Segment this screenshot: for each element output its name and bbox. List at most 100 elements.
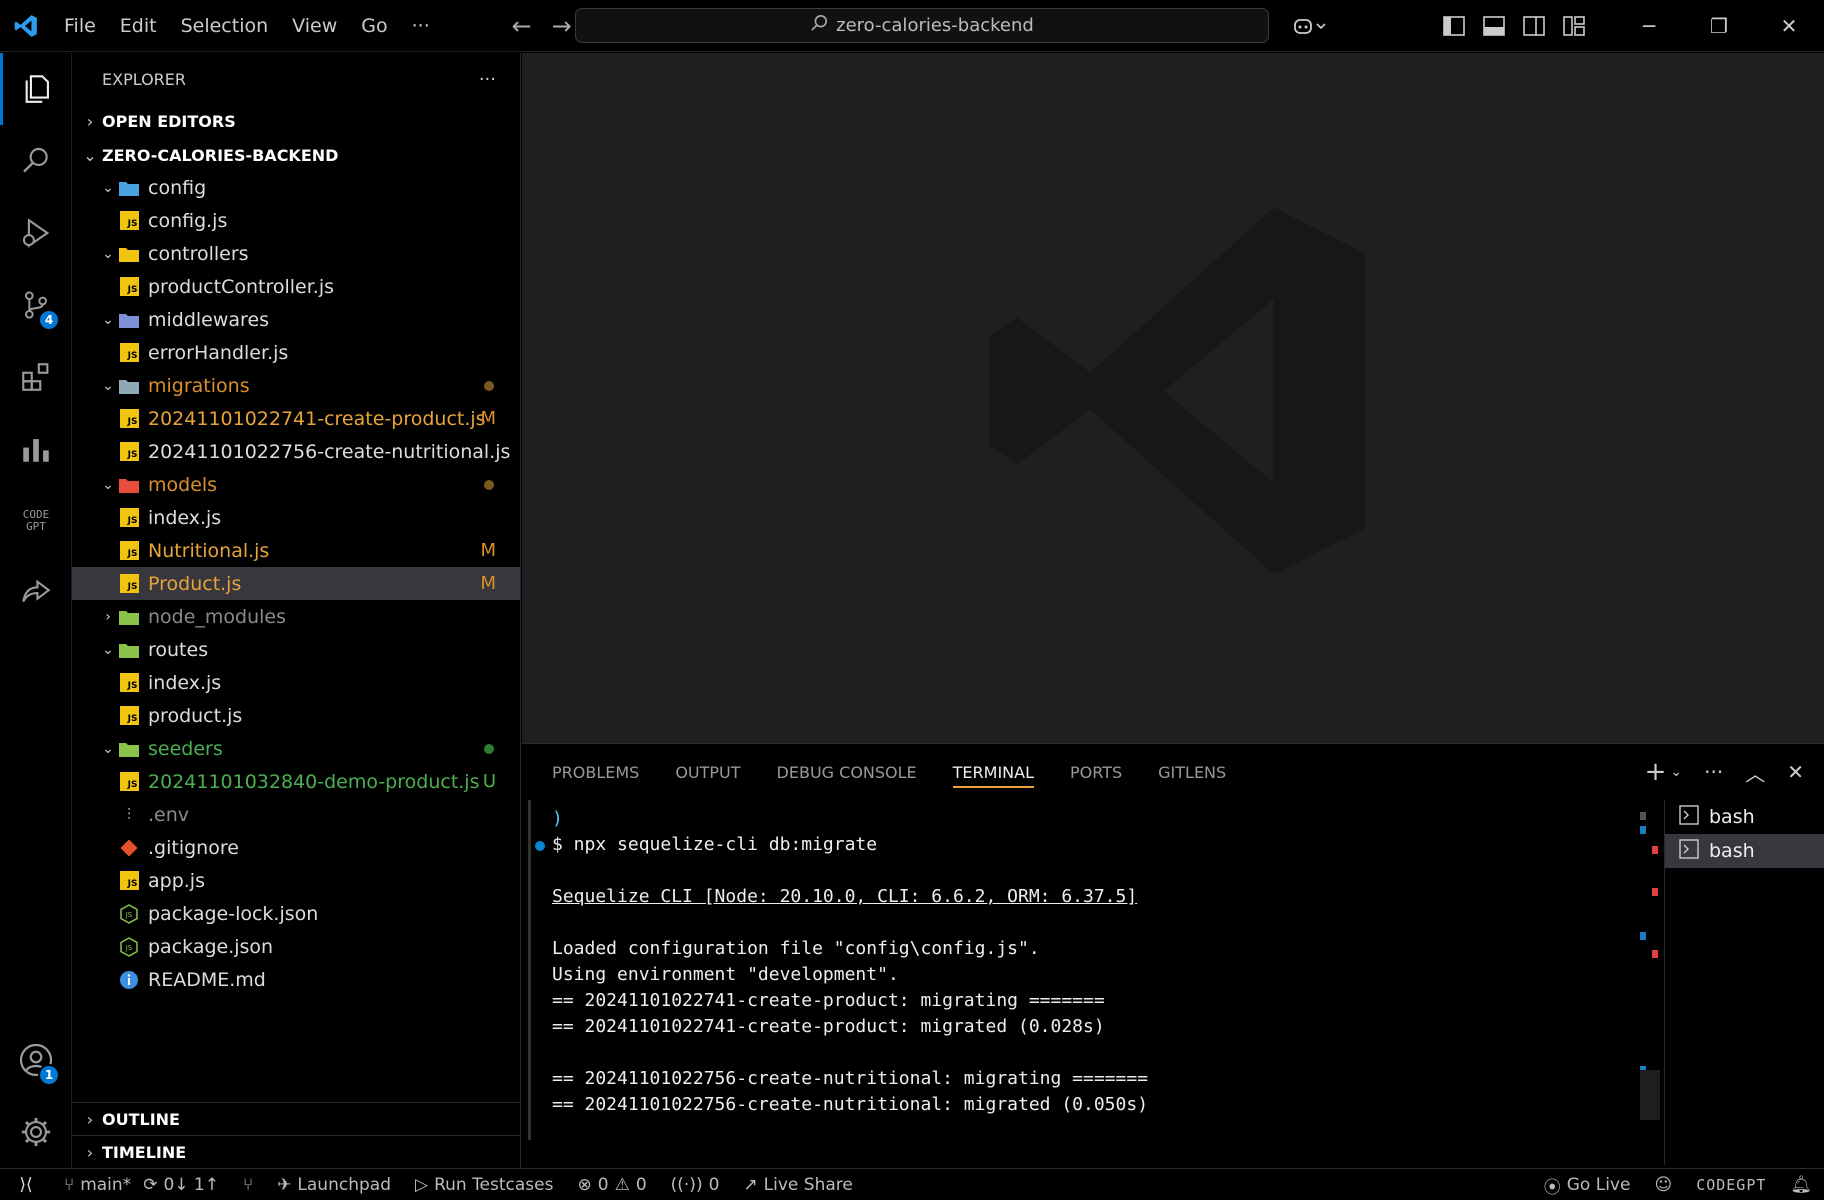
folder-item[interactable]: ⌄ routes [72,633,520,666]
item-label: models [148,473,218,496]
copilot-icon[interactable] [1285,0,1335,52]
item-label: package.json [148,935,274,958]
explorer-more-icon[interactable]: ··· [479,69,496,90]
file-item[interactable]: README.md [72,963,520,996]
back-arrow-icon[interactable]: ← [502,12,542,40]
open-editors-section[interactable]: › OPEN EDITORS [72,105,520,137]
close-panel-icon[interactable]: ✕ [1787,760,1804,784]
file-item[interactable]: JS product.js [72,699,520,732]
branch-status[interactable]: ⑂ main* [52,1169,143,1200]
menu-more[interactable]: ··· [400,0,442,52]
file-item[interactable]: JS package-lock.json [72,897,520,930]
copilot-status-icon[interactable]: ☺ [1642,1169,1684,1200]
terminal-item[interactable]: bash [1665,800,1824,834]
tab-terminal[interactable]: TERMINAL [952,744,1035,800]
file-item[interactable]: JS errorHandler.js [72,336,520,369]
live-share-icon[interactable] [0,557,72,629]
explorer-icon[interactable] [0,53,72,125]
chevron-down-icon[interactable]: ⌄ [1670,764,1682,780]
sync-status[interactable]: ⟳ 0↓ 1↑ [143,1169,231,1200]
folder-item[interactable]: ⌄ controllers [72,237,520,270]
git-status-badge: M [480,573,496,594]
terminal-scrollbar[interactable] [1640,800,1666,1165]
source-control-icon[interactable]: 4 [0,269,72,341]
file-item[interactable]: JS 20241101032840-demo-product.js U [72,765,520,798]
problems-status[interactable]: ⊗ 0 ⚠ 0 [565,1169,658,1200]
folder-icon [118,243,140,265]
settings-gear-icon[interactable] [0,1096,72,1168]
item-label: 20241101022741-create-product.js [148,407,486,430]
folder-item[interactable]: ⌄ seeders [72,732,520,765]
modified-dot-icon [484,479,494,490]
codegpt-icon[interactable]: CODE GPT [0,485,72,557]
tab-ports[interactable]: PORTS [1070,744,1122,800]
remote-indicator-icon[interactable]: ⟩⟨ [0,1168,52,1200]
accounts-icon[interactable]: 1 [0,1024,72,1096]
item-label: migrations [148,374,250,397]
terminal-line-text: ) [552,808,563,829]
close-window-icon[interactable]: ✕ [1754,0,1824,52]
folder-item[interactable]: ⌄ middlewares [72,303,520,336]
git-graph-icon[interactable]: ⑂ [231,1169,265,1200]
menu-file[interactable]: File [52,0,108,52]
live-share-status[interactable]: ↗ Live Share [731,1169,864,1200]
file-item[interactable]: ⫶ .env [72,798,520,831]
tab-debug-console[interactable]: DEBUG CONSOLE [777,744,917,800]
tab-output[interactable]: OUTPUT [675,744,740,800]
toggle-secondary-sidebar-icon[interactable] [1514,0,1554,52]
extensions-icon[interactable] [0,341,72,413]
ports-status[interactable]: ((·)) 0 [659,1169,732,1200]
maximize-panel-icon[interactable]: ︿ [1745,758,1765,787]
folder-item[interactable]: ⌄ config [72,171,520,204]
outline-section[interactable]: › OUTLINE [72,1102,521,1135]
file-item[interactable]: JS 20241101022756-create-nutritional.js [72,435,520,468]
file-item[interactable]: JS Product.js M [72,567,520,600]
file-item[interactable]: JS index.js [72,666,520,699]
analytics-icon[interactable] [0,413,72,485]
file-item[interactable]: JS package.json [72,930,520,963]
folder-icon [118,177,140,199]
run-testcases-status[interactable]: ▷ Run Testcases [403,1169,566,1200]
folder-item[interactable]: › node_modules [72,600,520,633]
panel-more-icon[interactable]: ··· [1704,760,1723,784]
menu-edit[interactable]: Edit [108,0,169,52]
file-item[interactable]: JS 20241101022741-create-product.js M [72,402,520,435]
restore-icon[interactable]: ❐ [1684,0,1754,52]
error-icon: ⊗ [577,1174,592,1195]
tab-gitlens[interactable]: GITLENS [1158,744,1226,800]
file-item[interactable]: .gitignore [72,831,520,864]
file-item[interactable]: JS app.js [72,864,520,897]
project-root-section[interactable]: ⌄ ZERO-CALORIES-BACKEND [72,139,520,171]
go-live-status[interactable]: ⦿ Go Live [1532,1169,1643,1200]
customize-layout-icon[interactable] [1554,0,1594,52]
folder-icon [118,639,140,661]
folder-item[interactable]: ⌄ models [72,468,520,501]
run-debug-icon[interactable] [0,197,72,269]
file-item[interactable]: JS Nutritional.js M [72,534,520,567]
codegpt-status[interactable]: CODEGPT [1684,1169,1778,1200]
minimize-icon[interactable]: ─ [1614,0,1684,52]
command-status-dot-icon[interactable] [535,841,545,851]
new-terminal-icon[interactable]: + [1645,757,1667,787]
file-item[interactable]: JS index.js [72,501,520,534]
menu-selection[interactable]: Selection [169,0,281,52]
launchpad-status[interactable]: ✈ Launchpad [265,1169,403,1200]
menu-view[interactable]: View [280,0,349,52]
terminal-output[interactable]: ) $ npx sequelize-cli db:migrate Sequelize… [535,806,1652,1118]
notifications-bell-icon[interactable]: 🔔︎ [1778,1169,1824,1200]
terminal-line: == 20241101022756-create-nutritional: mi… [552,1066,1652,1092]
file-item[interactable]: JS config.js [72,204,520,237]
timeline-section[interactable]: › TIMELINE [72,1135,521,1168]
terminal-item[interactable]: bash [1665,834,1824,868]
editor-area[interactable] [522,53,1824,743]
command-center-search[interactable]: zero-calories-backend [575,8,1269,43]
toggle-panel-icon[interactable] [1474,0,1514,52]
menu-go[interactable]: Go [349,0,399,52]
file-item[interactable]: JS productController.js [72,270,520,303]
tab-problems[interactable]: PROBLEMS [552,744,639,800]
toggle-primary-sidebar-icon[interactable] [1434,0,1474,52]
terminal-line: Using environment "development". [552,962,1652,988]
folder-item[interactable]: ⌄ migrations [72,369,520,402]
search-icon[interactable] [0,125,72,197]
